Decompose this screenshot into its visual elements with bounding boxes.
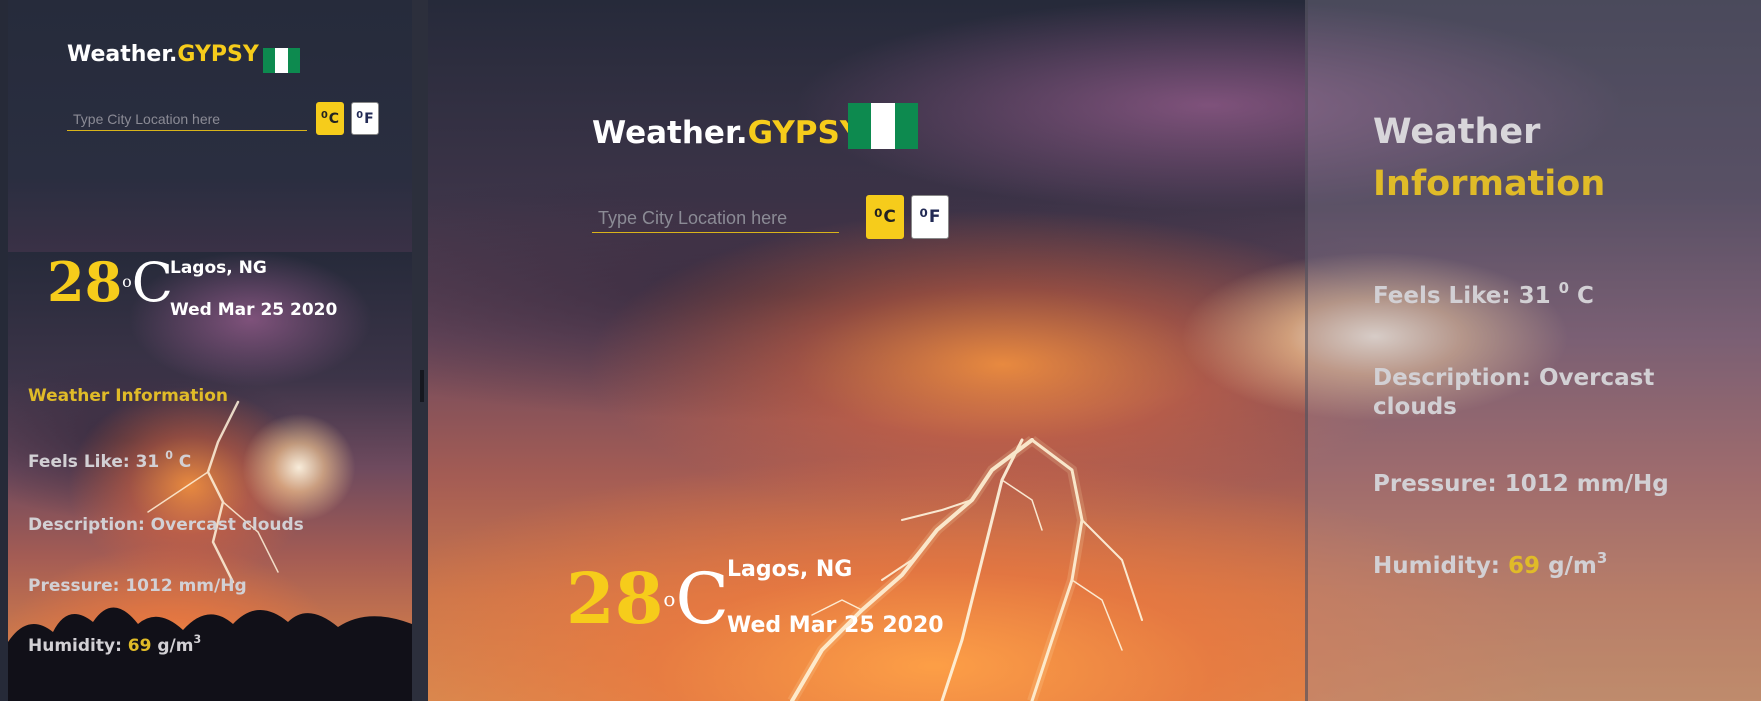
date-label-mobile: Wed Mar 25 2020 <box>170 300 338 320</box>
humidity-mobile: Humidity: 69 g/m3 <box>28 632 202 656</box>
location-label: Lagos, NG <box>727 557 853 582</box>
brand-name: Weather. <box>67 42 178 67</box>
fahrenheit-label: F <box>928 207 941 227</box>
celsius-button[interactable]: 0C <box>866 195 904 239</box>
humidity-exponent: 3 <box>193 632 202 646</box>
celsius-label: C <box>328 110 340 127</box>
feels-like-degree: 0 <box>1558 278 1570 297</box>
degree-mark: 0 <box>356 109 364 121</box>
nigeria-flag-icon <box>848 103 918 149</box>
feels-like-unit: C <box>178 452 192 472</box>
pressure: Pressure: 1012 mm/Hg <box>1373 471 1669 497</box>
description-label: Description: <box>1373 365 1531 391</box>
celsius-label: C <box>883 207 896 227</box>
celsius-button-mobile[interactable]: 0C <box>316 102 344 135</box>
brand-name: Weather. <box>592 115 748 151</box>
info-title-line2: Information <box>1373 164 1606 204</box>
fahrenheit-button-mobile[interactable]: 0F <box>351 102 379 135</box>
feels-like-label: Feels Like: 31 <box>28 452 160 472</box>
panel-divider <box>412 0 428 701</box>
brand-accent: GYPSY <box>747 115 863 151</box>
feels-like-unit: C <box>1577 283 1594 309</box>
humidity-label: Humidity: <box>28 636 122 656</box>
info-panel-overlay <box>1305 0 1761 701</box>
humidity-unit: g/m <box>157 636 194 656</box>
feels-like-mobile: Feels Like: 31 0 C <box>28 448 192 472</box>
nigeria-flag-icon <box>263 48 300 73</box>
degree-mark: 0 <box>919 205 928 220</box>
fahrenheit-label: F <box>364 110 374 127</box>
degree-mark: 0 <box>320 109 328 121</box>
degree-symbol: o <box>663 587 676 611</box>
humidity-exponent: 3 <box>1596 548 1608 567</box>
feels-like-label: Feels Like: 31 <box>1373 283 1551 309</box>
degree-mark: 0 <box>874 205 883 220</box>
feels-like-degree: 0 <box>165 448 173 462</box>
temperature-display: 28oC <box>566 557 730 640</box>
humidity-label: Humidity: <box>1373 553 1501 579</box>
city-search-input-mobile[interactable] <box>67 108 307 131</box>
humidity-value: 69 <box>127 636 152 656</box>
description-mobile: Description: Overcast clouds <box>28 515 304 535</box>
temperature-unit: C <box>675 558 730 640</box>
humidity-value: 69 <box>1508 553 1541 579</box>
temperature-unit: C <box>131 251 174 314</box>
temperature-value: 28 <box>566 557 664 640</box>
description: Description: Overcast clouds <box>1373 364 1713 422</box>
humidity: Humidity: 69 g/m3 <box>1373 549 1607 579</box>
location-label-mobile: Lagos, NG <box>170 258 267 278</box>
brand-logo-small: Weather.GYPSY <box>67 42 259 67</box>
temperature-display-mobile: 28oC <box>47 252 173 313</box>
degree-symbol: o <box>122 272 132 291</box>
brand-accent: GYPSY <box>177 42 259 67</box>
temperature-value: 28 <box>47 250 123 314</box>
brand-logo: Weather.GYPSY <box>592 115 862 151</box>
fahrenheit-button[interactable]: 0F <box>911 195 949 239</box>
date-label: Wed Mar 25 2020 <box>727 613 944 638</box>
pressure-mobile: Pressure: 1012 mm/Hg <box>28 576 247 596</box>
info-title-mobile: Weather Information <box>28 386 229 406</box>
resize-handle[interactable] <box>420 370 424 402</box>
feels-like: Feels Like: 31 0 C <box>1373 279 1594 309</box>
info-title-line1: Weather <box>1373 112 1541 152</box>
humidity-unit: g/m <box>1548 553 1597 579</box>
city-search-input[interactable] <box>592 204 839 233</box>
